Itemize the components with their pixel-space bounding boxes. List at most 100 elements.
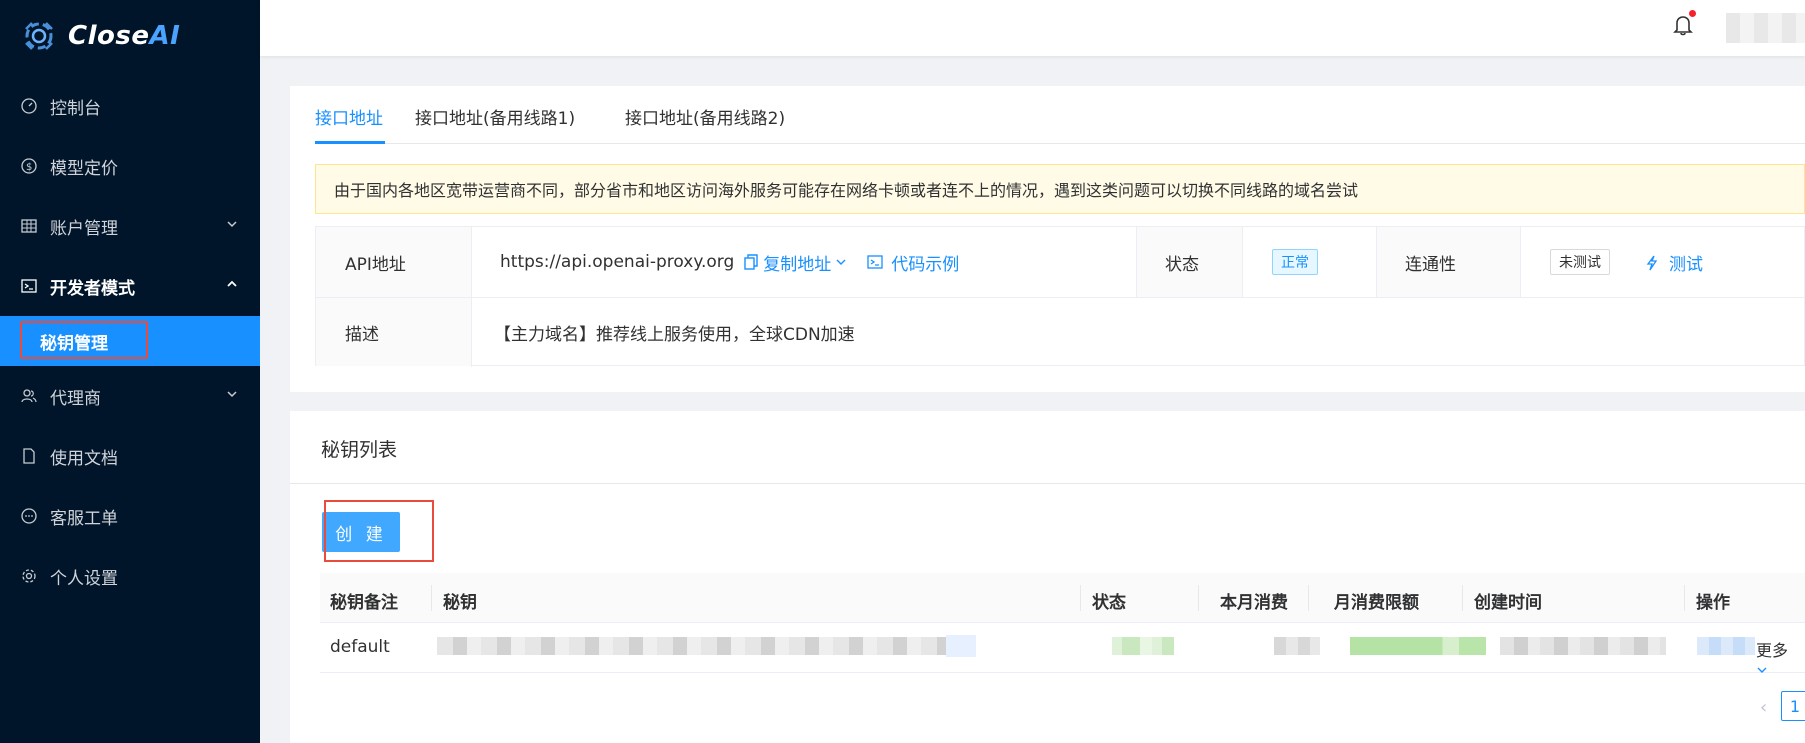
connectivity-label: 连通性 [1376,227,1520,297]
connectivity-badge: 未测试 [1550,249,1610,275]
chevron-down-icon [227,221,237,228]
chevron-down-icon [1757,667,1767,673]
limit-masked [1350,637,1486,655]
message-icon [20,507,38,525]
col-separator [1684,585,1685,611]
api-address-cell: https://api.openai-proxy.org 复制地址 代码示例 [471,227,1136,297]
table-icon [20,217,38,235]
terminal-icon [867,255,883,269]
pagination-current-page[interactable]: 1 [1781,691,1805,721]
sidebar-item-docs[interactable]: 使用文档 [0,426,260,486]
api-address-label: API地址 [316,227,471,297]
col-monthly-limit: 月消费限额 [1334,593,1419,613]
col-key: 秘钥 [443,593,477,613]
dashboard-icon [20,97,38,115]
chevron-up-icon [227,280,237,287]
chevron-down-icon [836,259,846,265]
col-key-note: 秘钥备注 [330,593,398,613]
tab-backup-1[interactable]: 接口地址(备用线路1) [415,104,575,129]
sidebar-item-key-management[interactable]: 秘钥管理 [0,316,260,366]
tab-primary[interactable]: 接口地址 [315,104,383,129]
sidebar-item-agent[interactable]: 代理商 [0,366,260,426]
col-divider [1520,227,1521,297]
api-url: https://api.openai-proxy.org [500,252,735,272]
lightning-icon [1646,255,1658,270]
brand-name: CloseAI [68,21,181,51]
col-separator [1308,585,1309,611]
sidebar-item-developer[interactable]: 开发者模式 [0,256,260,316]
user-avatar[interactable] [1726,13,1805,43]
created-at-masked [1500,637,1666,655]
description-value: 【主力域名】推荐线上服务使用，全球CDN加速 [494,324,855,345]
sidebar-item-dashboard[interactable]: 控制台 [0,76,260,136]
description-label: 描述 [316,298,471,366]
col-separator [1462,585,1463,611]
sidebar-item-label: 个人设置 [50,568,118,589]
col-status: 状态 [1092,593,1126,613]
users-icon [20,387,38,405]
test-label: 测试 [1669,255,1703,275]
sidebar-item-label: 客服工单 [50,508,118,529]
sidebar: CloseAI 控制台 $ 模型定价 账户管理 开发者模式 秘钥管理 代理商 使… [0,0,260,743]
api-info-table: API地址 https://api.openai-proxy.org 复制地址 … [315,226,1805,367]
code-example-label: 代码示例 [891,254,960,275]
logo-icon [25,22,53,50]
actions-masked[interactable] [1697,637,1755,655]
key-note-value: default [330,637,390,657]
pagination-prev-button[interactable]: ‹ [1760,697,1767,718]
key-list-title: 秘钥列表 [321,439,398,461]
top-header [260,0,1805,56]
code-example-button[interactable]: 代码示例 [867,250,959,275]
code-icon [20,277,38,295]
key-list-card: 秘钥列表 创 建 秘钥备注 秘钥 状态 本月消费 月消费限额 创建时间 操作 d… [290,411,1805,743]
spend-masked [1274,637,1320,655]
card-divider [290,483,1805,484]
dollar-icon: $ [20,157,38,175]
status-masked [1112,637,1174,655]
col-separator [431,585,432,611]
col-divider [1376,227,1377,297]
endpoint-tabs: 接口地址 接口地址(备用线路1) 接口地址(备用线路2) [315,86,1805,144]
col-monthly-spend: 本月消费 [1220,593,1288,613]
col-created-at: 创建时间 [1474,593,1542,613]
sidebar-menu: 控制台 $ 模型定价 账户管理 开发者模式 秘钥管理 代理商 使用文档 客服工单… [0,76,260,606]
highlight-box [20,321,148,359]
test-button[interactable]: 测试 [1645,250,1703,275]
connectivity-cell: 未测试 测试 [1520,227,1805,297]
bell-icon[interactable] [1673,14,1693,36]
copy-address-button[interactable]: 复制地址 [744,250,847,275]
sidebar-item-tickets[interactable]: 客服工单 [0,486,260,546]
col-divider [1242,227,1243,297]
key-table-header: 秘钥备注 秘钥 状态 本月消费 月消费限额 创建时间 操作 [320,573,1805,623]
sidebar-item-settings[interactable]: 个人设置 [0,546,260,606]
copy-address-label: 复制地址 [763,254,832,275]
more-actions-link[interactable]: 更多 [1756,637,1805,680]
key-copy-masked[interactable] [946,635,976,657]
sidebar-item-label: 开发者模式 [50,278,135,299]
status-label: 状态 [1136,227,1242,297]
status-badge: 正常 [1272,249,1318,275]
file-icon [20,447,38,465]
svg-text:$: $ [26,162,32,173]
copy-icon [744,254,758,270]
col-separator [1080,585,1081,611]
sidebar-item-label: 账户管理 [50,218,118,239]
col-divider [1136,227,1137,297]
logo[interactable]: CloseAI [0,0,260,72]
chevron-down-icon [227,391,237,398]
key-masked [437,637,946,655]
gear-icon [20,567,38,585]
sidebar-item-label: 控制台 [50,98,101,119]
sidebar-item-pricing[interactable]: $ 模型定价 [0,136,260,196]
col-actions: 操作 [1696,593,1730,613]
api-endpoint-card: 接口地址 接口地址(备用线路1) 接口地址(备用线路2) 由于国内各地区宽带运营… [290,86,1805,392]
tab-backup-2[interactable]: 接口地址(备用线路2) [625,104,785,129]
sidebar-item-account[interactable]: 账户管理 [0,196,260,256]
sidebar-item-label: 使用文档 [50,448,118,469]
status-cell: 正常 [1242,227,1376,297]
notice-banner: 由于国内各地区宽带运营商不同，部分省市和地区访问海外服务可能存在网络卡顿或者连不… [315,164,1805,214]
sidebar-item-label: 代理商 [50,388,101,409]
more-label: 更多 [1756,641,1789,660]
col-separator [1198,585,1199,611]
highlight-box [324,500,434,562]
